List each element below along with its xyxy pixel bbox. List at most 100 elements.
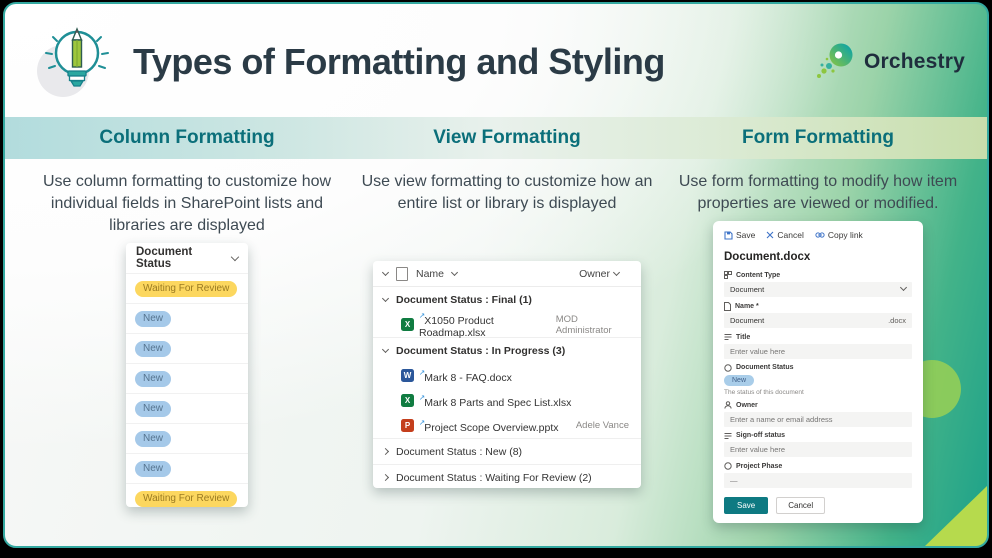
form-formatting-description: Use form formatting to modify how item p… [676, 171, 960, 215]
group-label: Document Status : In Progress (3) [396, 345, 565, 357]
chevron-down-icon[interactable] [382, 346, 389, 353]
copy-link-label: Copy link [828, 230, 863, 240]
project-phase-value: — [730, 476, 738, 485]
document-status-list-card: Document Status Waiting For Review New N… [126, 243, 248, 507]
brand-name: Orchestry [864, 50, 965, 74]
collapsed-group-row-new[interactable]: Document Status : New (8) [373, 438, 641, 464]
status-badge: New [135, 371, 171, 387]
choice-circle-icon [724, 462, 732, 470]
grouped-library-view-card: Name Owner Document Status : Final (1) X… [373, 261, 641, 488]
column-formatting-description: Use column formatting to customize how i… [36, 171, 338, 237]
sign-off-status-field[interactable]: Enter value here [724, 442, 912, 457]
owner-placeholder: Enter a name or email address [730, 415, 833, 424]
content-columns: Use column formatting to customize how i… [5, 159, 987, 546]
file-owner: MOD Administrator [556, 314, 631, 336]
name-column-header[interactable]: Name [416, 268, 444, 280]
project-phase-label: Project Phase [724, 462, 912, 470]
column-formatting-section: Use column formatting to customize how i… [32, 169, 342, 546]
excel-file-icon: X [401, 318, 414, 331]
column-header-label: Document Status [136, 246, 227, 270]
chevron-down-icon[interactable] [382, 295, 389, 302]
title-field[interactable]: Enter value here [724, 344, 912, 359]
file-row[interactable]: P ↗Project Scope Overview.pptx Adele Van… [373, 413, 641, 438]
list-item: New [126, 453, 248, 483]
status-badge: New [135, 311, 171, 327]
orchestry-comet-icon [813, 41, 857, 83]
close-icon [766, 231, 774, 239]
document-status-label: Document Status [724, 364, 912, 372]
save-button[interactable]: Save [724, 497, 768, 514]
content-type-label: Content Type [724, 271, 912, 279]
text-lines-icon [724, 333, 732, 341]
chevron-right-icon[interactable] [382, 474, 389, 481]
chevron-down-icon [613, 269, 620, 276]
document-status-column-header[interactable]: Document Status [126, 243, 248, 273]
owner-field[interactable]: Enter a name or email address [724, 412, 912, 427]
form-title: Document.docx [724, 251, 912, 263]
content-type-value: Document [730, 285, 764, 294]
section-header-view-formatting: View Formatting [342, 127, 672, 149]
owner-column-header[interactable]: Owner [579, 268, 631, 280]
excel-file-icon: X [401, 394, 414, 407]
chevron-down-icon[interactable] [382, 269, 389, 276]
content-type-icon [724, 271, 732, 279]
title-label: Title [724, 333, 912, 341]
copy-link-command[interactable]: Copy link [815, 230, 863, 240]
cancel-command[interactable]: Cancel [766, 230, 803, 240]
document-type-icon [396, 267, 408, 281]
owner-header-label: Owner [579, 268, 610, 280]
list-item: New [126, 303, 248, 333]
file-owner: Adele Vance [576, 420, 631, 431]
list-item: New [126, 333, 248, 363]
save-icon [724, 231, 733, 240]
link-icon [815, 231, 825, 239]
status-badge: New [724, 375, 754, 386]
chevron-down-icon[interactable] [451, 269, 458, 276]
status-badge: Waiting For Review [135, 491, 237, 507]
cancel-label: Cancel [777, 230, 803, 240]
word-file-icon: W [401, 369, 414, 382]
form-buttons: Save Cancel [724, 497, 912, 514]
form-formatting-section: Use form formatting to modify how item p… [672, 169, 964, 546]
group-label: Document Status : New (8) [396, 446, 522, 458]
name-suffix: .docx [888, 316, 906, 325]
project-phase-field[interactable]: — [724, 473, 912, 488]
document-status-value[interactable]: New [724, 374, 912, 387]
name-value: Document [730, 316, 764, 325]
group-row-in-progress[interactable]: Document Status : In Progress (3) [373, 337, 641, 363]
lightbulb-pencil-icon [33, 19, 119, 105]
content-type-select[interactable]: Document [724, 282, 912, 297]
name-label: Name * [724, 302, 912, 311]
file-row[interactable]: X ↗Mark 8 Parts and Spec List.xlsx [373, 388, 641, 413]
list-item: New [126, 423, 248, 453]
file-name: ↗Project Scope Overview.pptx [419, 418, 559, 434]
slide: Types of Formatting and Styling Orchestr… [3, 2, 989, 548]
cancel-button[interactable]: Cancel [776, 497, 825, 514]
list-item: Waiting For Review [126, 273, 248, 303]
save-command[interactable]: Save [724, 230, 755, 240]
person-icon [724, 401, 732, 409]
file-row[interactable]: W ↗Mark 8 - FAQ.docx [373, 363, 641, 388]
powerpoint-file-icon: P [401, 419, 414, 432]
list-item: New [126, 393, 248, 423]
group-label: Document Status : Final (1) [396, 294, 532, 306]
name-field[interactable]: Document .docx [724, 313, 912, 328]
collapsed-group-row-waiting[interactable]: Document Status : Waiting For Review (2) [373, 464, 641, 488]
chevron-down-icon [900, 284, 907, 291]
file-row[interactable]: X ↗X1050 Product Roadmap.xlsx MOD Admini… [373, 312, 641, 337]
view-formatting-section: Use view formatting to customize how an … [342, 169, 672, 546]
document-icon [724, 302, 731, 311]
header: Types of Formatting and Styling Orchestr… [33, 16, 965, 108]
chevron-right-icon[interactable] [382, 448, 389, 455]
file-name: ↗Mark 8 Parts and Spec List.xlsx [419, 393, 571, 409]
sign-off-status-label: Sign-off status [724, 432, 912, 440]
view-formatting-description: Use view formatting to customize how an … [346, 171, 668, 215]
sign-off-placeholder: Enter value here [730, 445, 785, 454]
section-header-column-formatting: Column Formatting [32, 127, 342, 149]
status-badge: New [135, 401, 171, 417]
group-row-final[interactable]: Document Status : Final (1) [373, 287, 641, 312]
list-item: Waiting For Review [126, 483, 248, 507]
chevron-down-icon[interactable] [231, 253, 239, 261]
status-badge: New [135, 431, 171, 447]
status-badge: New [135, 461, 171, 477]
